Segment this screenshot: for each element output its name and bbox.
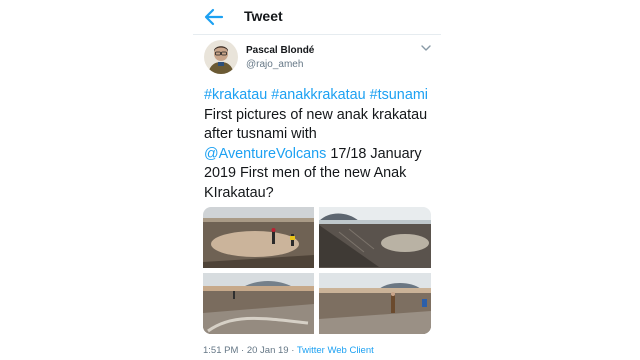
hashtag-link[interactable]: #anakkrakatau (271, 87, 365, 103)
tweet-body-text: First pictures of new anak krakatau afte… (204, 106, 428, 143)
tweet-date: 20 Jan 19 (246, 345, 289, 356)
separator: · (241, 345, 245, 356)
arrow-left-icon[interactable] (203, 6, 225, 28)
top-bar: Tweet (193, 0, 441, 35)
avatar[interactable] (204, 40, 238, 74)
tweet-photo[interactable] (319, 207, 431, 268)
tweet-detail-panel: Tweet Pascal Blondé @rajo_ameh #krakatau… (193, 0, 441, 360)
media-grid (203, 207, 431, 334)
author-handle[interactable]: @rajo_ameh (246, 59, 303, 70)
mention-link[interactable]: @AventureVolcans (204, 146, 326, 162)
tweet-photo[interactable] (319, 273, 431, 334)
client-link[interactable]: Twitter Web Client (297, 345, 374, 356)
separator: · (291, 345, 295, 356)
chevron-down-icon[interactable] (421, 44, 431, 52)
author-name[interactable]: Pascal Blondé (246, 45, 314, 56)
tweet-photo[interactable] (203, 273, 314, 334)
tweet-photo[interactable] (203, 207, 314, 268)
tweet-meta: 1:51 PM · 20 Jan 19 · Twitter Web Client (203, 345, 374, 356)
page-title: Tweet (244, 8, 283, 24)
tweet-text: #krakatau #anakkrakatau #tsunami First p… (204, 86, 436, 203)
hashtag-link[interactable]: #tsunami (370, 87, 428, 103)
hashtag-link[interactable]: #krakatau (204, 87, 267, 103)
tweet-time: 1:51 PM (203, 345, 239, 356)
